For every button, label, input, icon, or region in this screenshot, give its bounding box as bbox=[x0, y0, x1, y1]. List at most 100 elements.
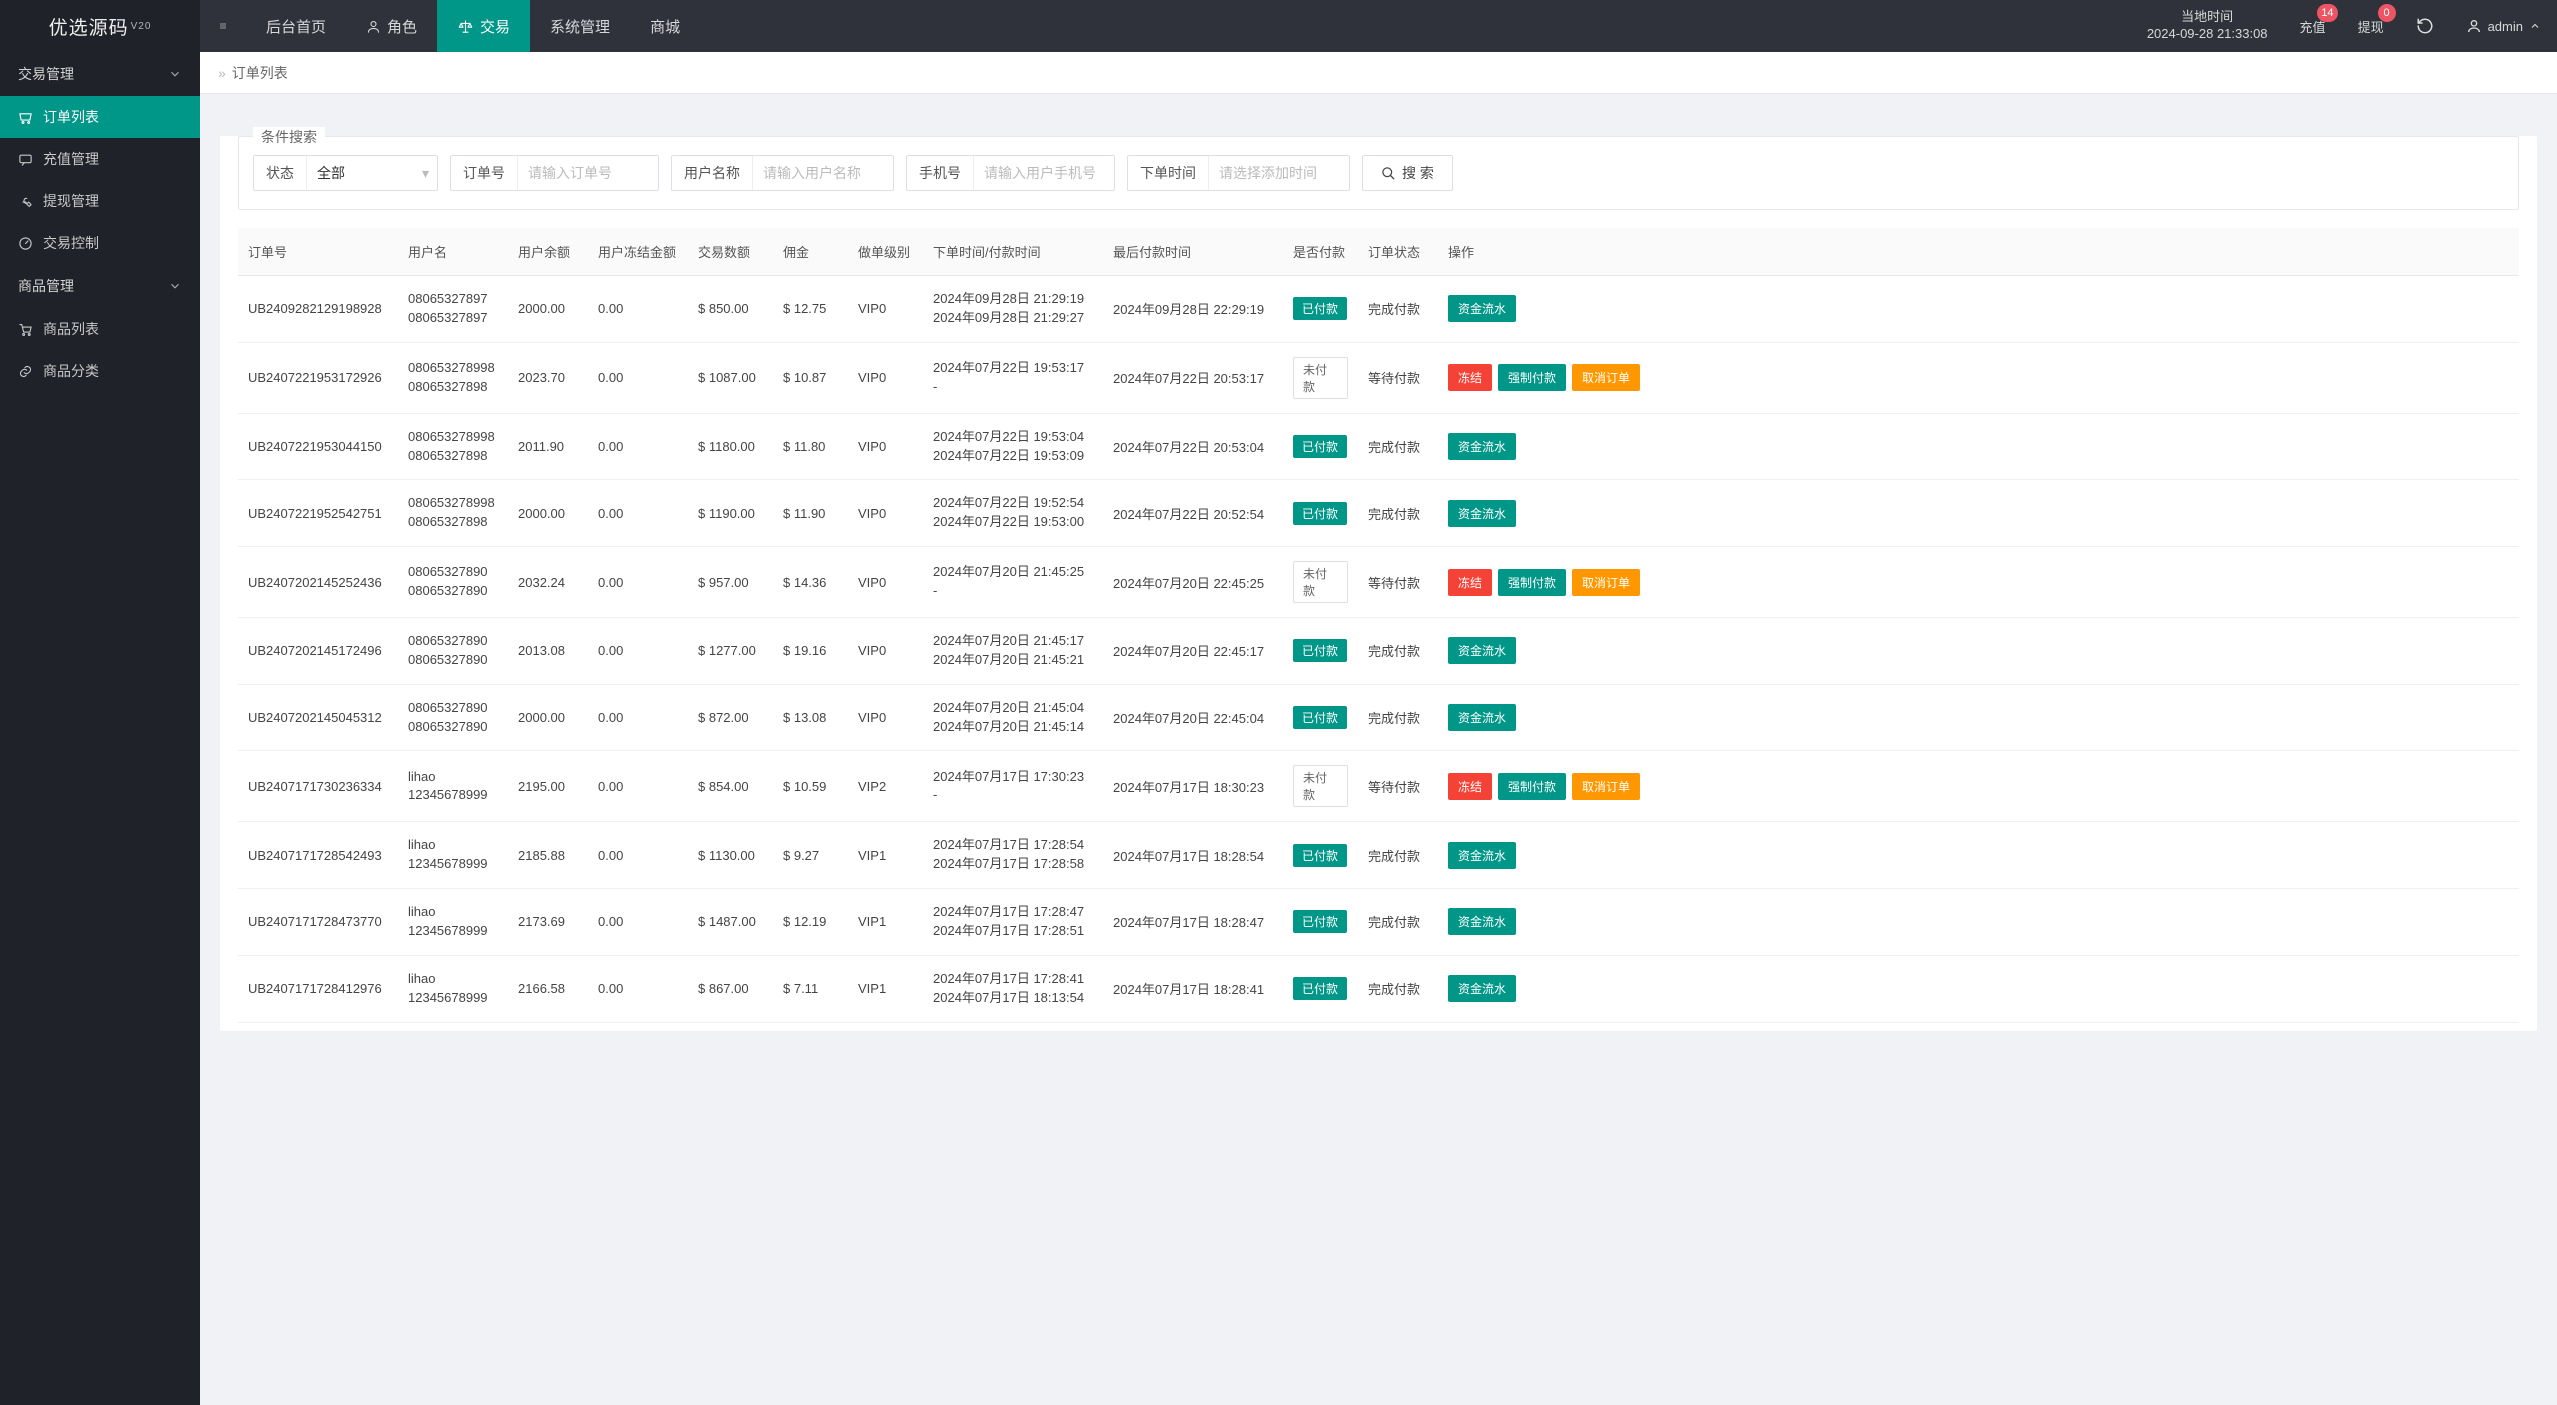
freeze-button[interactable]: 冻结 bbox=[1448, 773, 1492, 800]
fund-flow-button[interactable]: 资金流水 bbox=[1448, 637, 1516, 664]
cell-balance: 2195.00 bbox=[508, 751, 588, 822]
cell-balance: 2023.70 bbox=[508, 342, 588, 413]
cell-status: 完成付款 bbox=[1358, 618, 1438, 685]
cell-paid: 未付款 bbox=[1283, 342, 1358, 413]
message-icon bbox=[18, 152, 33, 167]
breadcrumb-current: 订单列表 bbox=[232, 63, 288, 83]
fund-flow-button[interactable]: 资金流水 bbox=[1448, 908, 1516, 935]
sidebar-item[interactable]: 商品列表 bbox=[0, 308, 200, 350]
username-input[interactable] bbox=[753, 156, 893, 190]
cell-amount: $ 957.00 bbox=[688, 547, 773, 618]
toggle-sidebar-button[interactable] bbox=[200, 0, 246, 52]
sidebar-section-header[interactable]: 商品管理 bbox=[0, 264, 200, 308]
cell-amount: $ 1130.00 bbox=[688, 822, 773, 889]
search-button[interactable]: 搜 索 bbox=[1362, 155, 1453, 191]
topnav-item-label: 交易 bbox=[480, 16, 510, 37]
sidebar-item[interactable]: 充值管理 bbox=[0, 138, 200, 180]
withdraw-badge: 0 bbox=[2378, 4, 2396, 22]
table-row: UB2407221953044150 080653278998080653278… bbox=[238, 413, 2519, 480]
filter-username[interactable]: 用户名称 bbox=[671, 155, 894, 191]
cell-orderno: UB2407202145045312 bbox=[238, 684, 398, 751]
sidebar-item-label: 充值管理 bbox=[43, 149, 99, 169]
unpaid-pill: 未付款 bbox=[1293, 561, 1348, 603]
cell-orderno: UB2407202145172496 bbox=[238, 618, 398, 685]
cancel-order-button[interactable]: 取消订单 bbox=[1572, 773, 1640, 800]
topnav-item[interactable]: 角色 bbox=[346, 0, 437, 52]
cell-amount: $ 1487.00 bbox=[688, 889, 773, 956]
cell-amount: $ 872.00 bbox=[688, 684, 773, 751]
cell-actions: 资金流水 bbox=[1438, 480, 2519, 547]
freeze-button[interactable]: 冻结 bbox=[1448, 364, 1492, 391]
cell-paid: 未付款 bbox=[1283, 547, 1358, 618]
cell-orderno: UB2407171728542493 bbox=[238, 822, 398, 889]
cell-paid: 未付款 bbox=[1283, 751, 1358, 822]
cell-actions: 资金流水 bbox=[1438, 413, 2519, 480]
table-row: UB2407171728412976 lihao12345678999 2166… bbox=[238, 955, 2519, 1022]
search-icon bbox=[1381, 166, 1396, 181]
filter-status[interactable]: 状态 全部 ▾ bbox=[253, 155, 438, 191]
cell-orderno: UB2407171728473770 bbox=[238, 889, 398, 956]
topnav-item[interactable]: 商城 bbox=[630, 0, 700, 52]
freeze-button[interactable]: 冻结 bbox=[1448, 569, 1492, 596]
fund-flow-button[interactable]: 资金流水 bbox=[1448, 704, 1516, 731]
brand-name: 优选源码 bbox=[49, 13, 129, 40]
filter-ordertime[interactable]: 下单时间 bbox=[1127, 155, 1350, 191]
sidebar-item[interactable]: 订单列表 bbox=[0, 96, 200, 138]
fund-flow-button[interactable]: 资金流水 bbox=[1448, 500, 1516, 527]
sidebar-item[interactable]: 商品分类 bbox=[0, 350, 200, 392]
brand-version: V20 bbox=[131, 21, 152, 32]
cell-username: 0806532789008065327890 bbox=[398, 618, 508, 685]
fund-flow-button[interactable]: 资金流水 bbox=[1448, 975, 1516, 1002]
topnav-item[interactable]: 系统管理 bbox=[530, 0, 630, 52]
phone-input[interactable] bbox=[974, 156, 1114, 190]
recharge-link[interactable]: 充值 14 bbox=[2284, 0, 2342, 52]
cell-amount: $ 1277.00 bbox=[688, 618, 773, 685]
cell-times: 2024年07月17日 17:28:472024年07月17日 17:28:51 bbox=[923, 889, 1103, 956]
cancel-order-button[interactable]: 取消订单 bbox=[1572, 569, 1640, 596]
cell-actions: 资金流水 bbox=[1438, 955, 2519, 1022]
chevron-down-icon bbox=[168, 67, 182, 81]
topnav-item-label: 商城 bbox=[650, 16, 680, 37]
sidebar-item[interactable]: 提现管理 bbox=[0, 180, 200, 222]
filter-phone[interactable]: 手机号 bbox=[906, 155, 1115, 191]
topnav-item[interactable]: 后台首页 bbox=[246, 0, 346, 52]
sidebar: 优选源码 V20 交易管理 订单列表 充值管理 提现管理 交易控制商品管理 商品… bbox=[0, 0, 200, 1405]
cell-actions: 资金流水 bbox=[1438, 822, 2519, 889]
ordertime-input[interactable] bbox=[1209, 156, 1349, 190]
refresh-button[interactable] bbox=[2400, 0, 2450, 52]
cell-frozen: 0.00 bbox=[588, 889, 688, 956]
fund-flow-button[interactable]: 资金流水 bbox=[1448, 433, 1516, 460]
cell-lastpay: 2024年07月17日 18:28:41 bbox=[1103, 955, 1283, 1022]
sidebar-item[interactable]: 交易控制 bbox=[0, 222, 200, 264]
status-select[interactable]: 全部 bbox=[307, 156, 437, 190]
cell-status: 等待付款 bbox=[1358, 547, 1438, 618]
table-row: UB2407171728542493 lihao12345678999 2185… bbox=[238, 822, 2519, 889]
cell-frozen: 0.00 bbox=[588, 342, 688, 413]
user-menu[interactable]: admin bbox=[2450, 0, 2557, 52]
cell-amount: $ 850.00 bbox=[688, 276, 773, 343]
cell-lastpay: 2024年07月20日 22:45:04 bbox=[1103, 684, 1283, 751]
chevron-right-icon: » bbox=[218, 65, 226, 81]
sidebar-section-header[interactable]: 交易管理 bbox=[0, 52, 200, 96]
table-row: UB2407202145252436 080653278900806532789… bbox=[238, 547, 2519, 618]
fund-flow-button[interactable]: 资金流水 bbox=[1448, 295, 1516, 322]
fund-flow-button[interactable]: 资金流水 bbox=[1448, 842, 1516, 869]
cell-orderno: UB2407202145252436 bbox=[238, 547, 398, 618]
cell-amount: $ 867.00 bbox=[688, 955, 773, 1022]
topnav-item[interactable]: 交易 bbox=[437, 0, 530, 52]
orderno-input[interactable] bbox=[518, 156, 658, 190]
force-pay-button[interactable]: 强制付款 bbox=[1498, 364, 1566, 391]
force-pay-button[interactable]: 强制付款 bbox=[1498, 569, 1566, 596]
cell-paid: 已付款 bbox=[1283, 822, 1358, 889]
paid-pill: 已付款 bbox=[1293, 502, 1347, 525]
cancel-order-button[interactable]: 取消订单 bbox=[1572, 364, 1640, 391]
table-row: UB2407171730236334 lihao12345678999 2195… bbox=[238, 751, 2519, 822]
cell-lastpay: 2024年07月22日 20:52:54 bbox=[1103, 480, 1283, 547]
chevron-down-icon bbox=[168, 279, 182, 293]
force-pay-button[interactable]: 强制付款 bbox=[1498, 773, 1566, 800]
withdraw-link[interactable]: 提现 0 bbox=[2342, 0, 2400, 52]
cell-username: lihao12345678999 bbox=[398, 889, 508, 956]
cell-commission: $ 10.87 bbox=[773, 342, 848, 413]
clock: 当地时间 2024-09-28 21:33:08 bbox=[2131, 0, 2284, 52]
filter-orderno[interactable]: 订单号 bbox=[450, 155, 659, 191]
